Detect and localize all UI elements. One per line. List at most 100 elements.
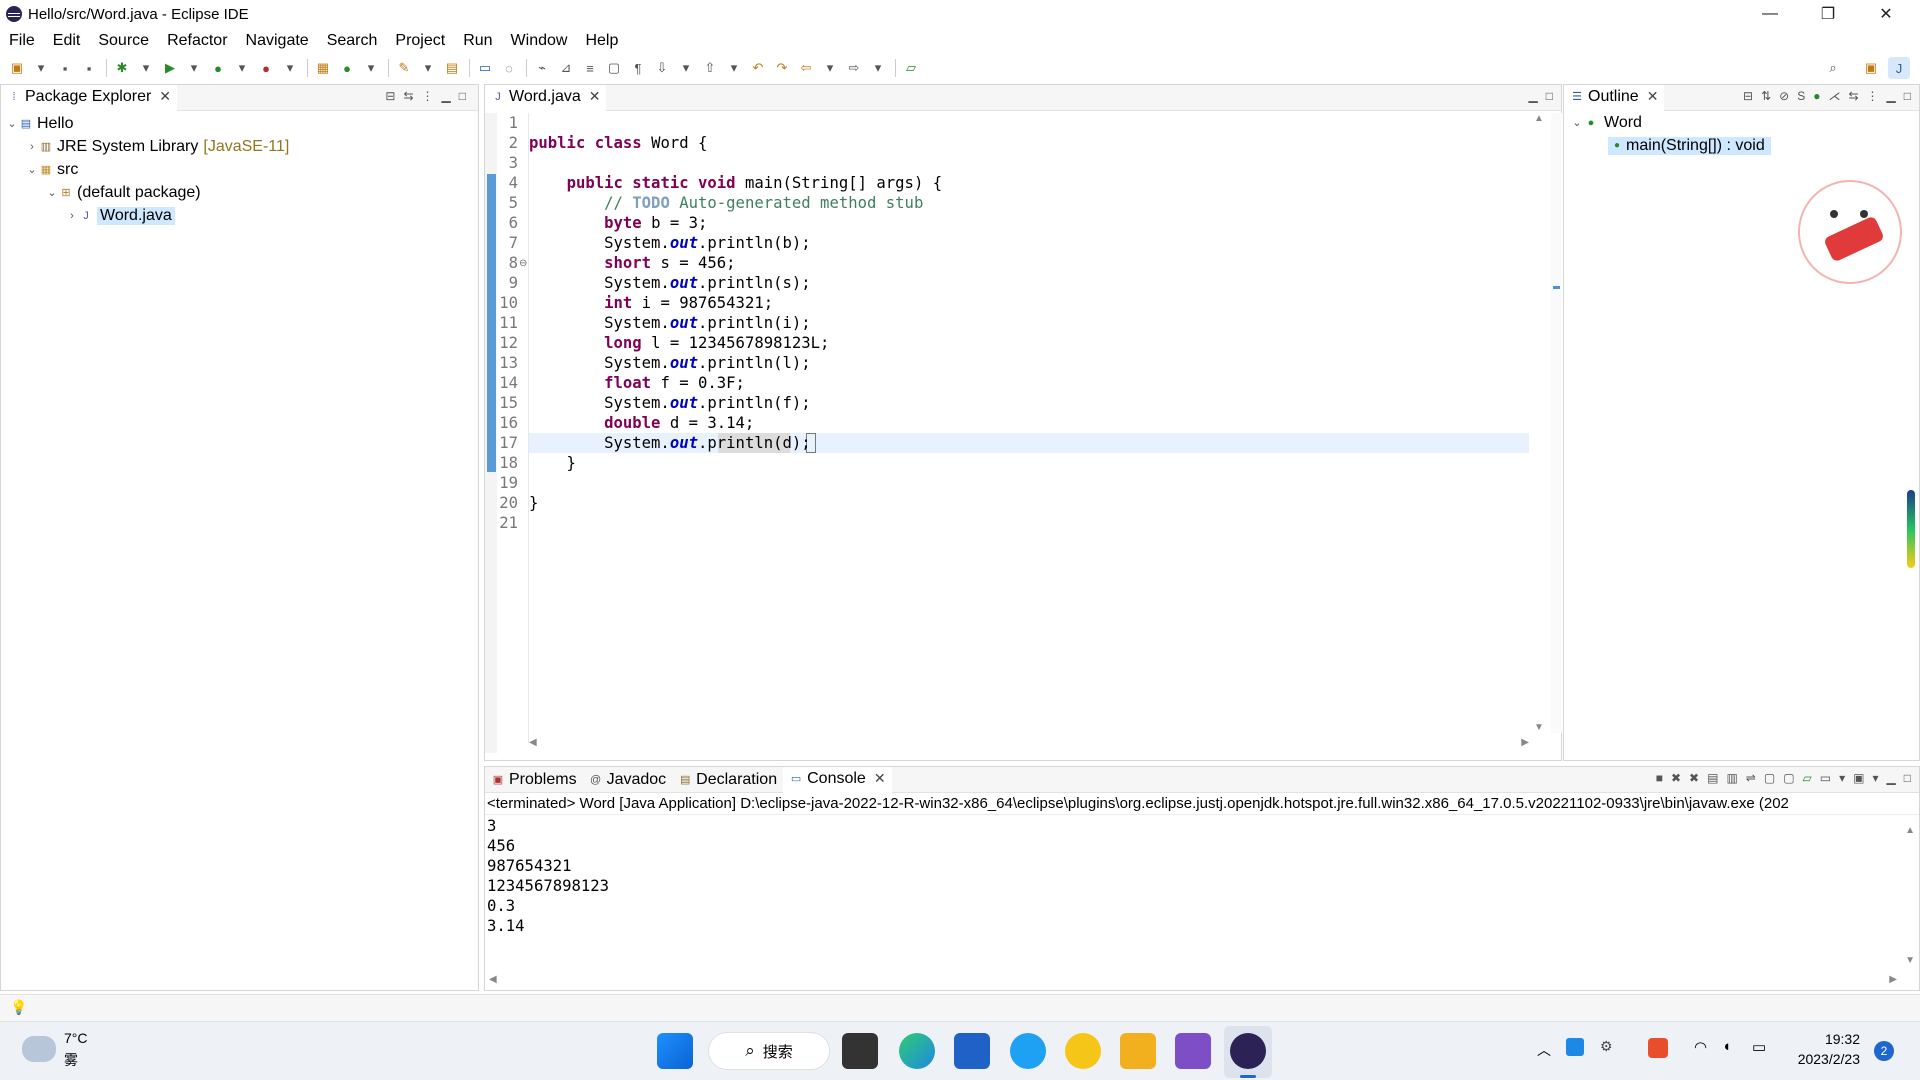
pin-editor-icon[interactable]: ▱ bbox=[900, 57, 922, 79]
save-icon[interactable]: ▪ bbox=[54, 57, 76, 79]
open-type-dropdown-icon[interactable]: ▾ bbox=[417, 57, 439, 79]
tree-item-project[interactable]: ⌄ ▤ Hello bbox=[1, 112, 478, 135]
close-icon[interactable]: ✕ bbox=[159, 88, 171, 105]
editor-horizontal-scrollbar[interactable]: ◀ ▶ bbox=[529, 737, 1529, 755]
start-icon[interactable] bbox=[657, 1033, 693, 1069]
run-dropdown-icon[interactable]: ▾ bbox=[183, 57, 205, 79]
menu-edit[interactable]: Edit bbox=[44, 32, 90, 50]
hide-nonpublic-icon[interactable]: ● bbox=[1813, 89, 1820, 103]
tray-app-icon[interactable] bbox=[1566, 1038, 1584, 1056]
new-java-package-icon[interactable]: ▦ bbox=[312, 57, 334, 79]
minimize-view-icon[interactable]: ▁ bbox=[1529, 89, 1538, 103]
open-type-icon[interactable]: ✎ bbox=[393, 57, 415, 79]
minimize-view-icon[interactable]: ▁ bbox=[1887, 771, 1896, 785]
minimize-view-icon[interactable]: ▁ bbox=[442, 89, 451, 103]
new-icon[interactable]: ▣ bbox=[6, 57, 28, 79]
java-perspective-icon[interactable]: J bbox=[1888, 57, 1910, 79]
toggle-mark-occurrences-icon[interactable]: ◌ bbox=[498, 57, 520, 79]
run-icon[interactable]: ▶ bbox=[159, 57, 181, 79]
taskbar-search[interactable]: ⌕ 搜索 bbox=[708, 1032, 830, 1070]
back-icon[interactable]: ⇦ bbox=[795, 57, 817, 79]
close-icon[interactable]: ✕ bbox=[1647, 88, 1659, 105]
scroll-down-icon[interactable]: ▼ bbox=[1530, 722, 1548, 733]
scroll-left-icon[interactable]: ◀ bbox=[489, 974, 497, 985]
terminate-icon[interactable]: ■ bbox=[1656, 771, 1663, 785]
word-wrap-icon[interactable]: ≡ bbox=[579, 57, 601, 79]
scroll-left-icon[interactable]: ◀ bbox=[529, 737, 537, 748]
open-console-dropdown-icon[interactable]: ▾ bbox=[1872, 771, 1878, 785]
display-console-dropdown-icon[interactable]: ▾ bbox=[1839, 771, 1845, 785]
ime-icon[interactable]: ⚙ bbox=[1600, 1038, 1618, 1056]
tab-outline[interactable]: ☰ Outline ✕ bbox=[1564, 84, 1665, 111]
minimize-view-icon[interactable]: ▁ bbox=[1887, 89, 1896, 103]
scroll-up-icon[interactable]: ▲ bbox=[1905, 825, 1915, 836]
open-task-icon[interactable]: ▤ bbox=[441, 57, 463, 79]
show-pilcrow-icon[interactable]: ¶ bbox=[627, 57, 649, 79]
hide-local-types-icon[interactable]: ⋌ bbox=[1828, 89, 1840, 103]
new-java-class-icon[interactable]: ● bbox=[336, 57, 358, 79]
scroll-up-icon[interactable]: ▲ bbox=[1530, 113, 1548, 124]
show-on-stderr-icon[interactable]: ▢ bbox=[1783, 771, 1794, 785]
tree-item-src[interactable]: ⌄ ▦ src bbox=[1, 158, 478, 181]
forward-icon[interactable]: ⇨ bbox=[843, 57, 865, 79]
tab-javadoc[interactable]: @ Javadoc bbox=[583, 767, 673, 793]
search-icon[interactable]: ⌕ bbox=[1822, 57, 1844, 79]
store-icon[interactable] bbox=[954, 1033, 990, 1069]
collapse-all-icon[interactable]: ⊟ bbox=[1743, 89, 1753, 103]
scroll-down-icon[interactable]: ▼ bbox=[1905, 955, 1915, 966]
code-area[interactable]: public class Word { public static void m… bbox=[529, 113, 1529, 533]
close-button[interactable]: ✕ bbox=[1857, 0, 1915, 28]
forward-edit-icon[interactable]: ↷ bbox=[771, 57, 793, 79]
terminal-icon[interactable]: ▭ bbox=[474, 57, 496, 79]
tab-problems[interactable]: ▣ Problems bbox=[485, 767, 583, 793]
remove-launch-icon[interactable]: ✖ bbox=[1671, 771, 1681, 785]
menu-project[interactable]: Project bbox=[386, 32, 454, 50]
toggle-block-selection-icon[interactable]: ⊿ bbox=[555, 57, 577, 79]
clock-date[interactable]: 2023/2/23 bbox=[1782, 1051, 1860, 1067]
maximize-view-icon[interactable]: □ bbox=[1546, 89, 1553, 103]
previous-annotation-dropdown-icon[interactable]: ▾ bbox=[723, 57, 745, 79]
chevron-down-icon[interactable]: ⌄ bbox=[5, 117, 19, 130]
file-explorer-icon[interactable] bbox=[1120, 1033, 1156, 1069]
debug-icon[interactable]: ✱ bbox=[111, 57, 133, 79]
close-icon[interactable]: ✕ bbox=[874, 770, 886, 787]
clear-console-icon[interactable]: ▤ bbox=[1707, 771, 1718, 785]
forward-dropdown-icon[interactable]: ▾ bbox=[867, 57, 889, 79]
tab-package-explorer[interactable]: ⁞ Package Explorer ✕ bbox=[1, 84, 178, 111]
chevron-down-icon[interactable]: ⌄ bbox=[25, 163, 39, 176]
menu-search[interactable]: Search bbox=[318, 32, 387, 50]
fold-collapse-icon[interactable]: ⊖ bbox=[519, 258, 527, 269]
scroll-right-icon[interactable]: ▶ bbox=[1889, 974, 1897, 985]
show-whitespace-icon[interactable]: ▢ bbox=[603, 57, 625, 79]
debug-dropdown-icon[interactable]: ▾ bbox=[135, 57, 157, 79]
task-view-icon[interactable] bbox=[842, 1033, 878, 1069]
tab-console[interactable]: ▭ Console ✕ bbox=[783, 766, 892, 793]
chevron-down-icon[interactable]: ⌄ bbox=[1570, 116, 1584, 129]
open-console-icon[interactable]: ▣ bbox=[1853, 771, 1864, 785]
remove-all-terminated-icon[interactable]: ✖ bbox=[1689, 771, 1699, 785]
lightbulb-icon[interactable]: 💡 bbox=[10, 999, 27, 1016]
next-annotation-dropdown-icon[interactable]: ▾ bbox=[675, 57, 697, 79]
pin-console-icon[interactable]: ▱ bbox=[1803, 771, 1812, 785]
display-console-icon[interactable]: ▭ bbox=[1820, 771, 1831, 785]
close-icon[interactable]: ✕ bbox=[589, 88, 601, 105]
maximize-button[interactable]: ❐ bbox=[1799, 0, 1857, 28]
scroll-lock-icon[interactable]: ▥ bbox=[1726, 771, 1737, 785]
chevron-right-icon[interactable]: › bbox=[25, 141, 39, 153]
ie-browser-icon[interactable] bbox=[1010, 1033, 1046, 1069]
link-with-editor-icon[interactable]: ⇆ bbox=[403, 89, 413, 103]
sogou-icon[interactable] bbox=[1648, 1038, 1668, 1058]
console-output[interactable]: 3 456 987654321 1234567898123 0.3 3.14 bbox=[485, 815, 1919, 936]
menu-run[interactable]: Run bbox=[454, 32, 501, 50]
tree-item-word-java[interactable]: › J Word.java bbox=[1, 204, 478, 227]
maximize-view-icon[interactable]: □ bbox=[1904, 89, 1911, 103]
external-tools-icon[interactable]: ● bbox=[255, 57, 277, 79]
menu-navigate[interactable]: Navigate bbox=[237, 32, 318, 50]
word-wrap-icon[interactable]: ⇌ bbox=[1746, 771, 1756, 785]
chevron-right-icon[interactable]: › bbox=[65, 210, 79, 222]
last-edit-location-icon[interactable]: ↶ bbox=[747, 57, 769, 79]
tree-item-default-package[interactable]: ⌄ ⊞ (default package) bbox=[1, 181, 478, 204]
save-all-icon[interactable]: ▪ bbox=[78, 57, 100, 79]
volume-icon[interactable]: ◖ bbox=[1722, 1038, 1731, 1055]
eclipse-taskbar-icon[interactable] bbox=[1230, 1033, 1266, 1069]
